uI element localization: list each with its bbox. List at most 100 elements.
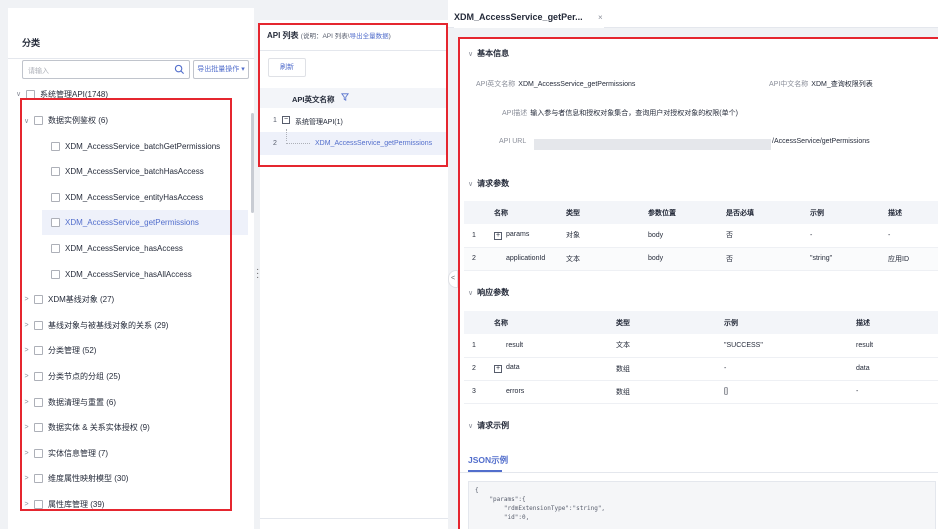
api-list-panel: API 列表 (说明：API 列表\导出全量数据) 刷新 API英文名称 1 −… — [260, 20, 448, 529]
cell: 对象 — [566, 224, 648, 248]
column-api-name: API英文名称 — [292, 95, 335, 104]
tree-group-item[interactable]: > 分类管理 (52) — [22, 338, 248, 363]
category-panel: 分类 请输入 导出批量操作 ▾ ∨ 系统管理API(1748) ∨ 数据实例鉴权 … — [8, 8, 254, 529]
tab-bar: XDM_AccessService_getPer... × — [448, 0, 938, 28]
scrollbar[interactable] — [251, 113, 254, 213]
checkbox[interactable] — [51, 192, 60, 202]
tree-leaf-item[interactable]: XDM_AccessService_batchHasAccess — [42, 159, 248, 184]
cell: 否 — [726, 247, 810, 271]
tree-group-item[interactable]: > 分类节点的分组 (25) — [22, 364, 248, 389]
divider — [8, 58, 254, 59]
collapse-icon[interactable]: − — [282, 116, 290, 124]
chevron-down-icon[interactable]: ∨ — [22, 117, 31, 125]
tree-group-item[interactable]: > 维度属性映射模型 (30) — [22, 466, 248, 491]
section-title: 请求示例 — [477, 421, 510, 430]
filter-icon[interactable] — [341, 93, 349, 101]
tree-leaf-item[interactable]: XDM_AccessService_batchGetPermissions — [42, 134, 248, 159]
cell: 否 — [726, 224, 810, 248]
section-basic-info[interactable]: ∨ 基本信息 — [468, 48, 509, 59]
tree-root[interactable]: ∨ 系统管理API(1748) — [14, 86, 108, 102]
tree-root-label: 系统管理API(1748) — [40, 89, 109, 99]
tree-item-label: XDM基线对象 (27) — [48, 295, 115, 305]
table-row[interactable]: 1 − 系统管理API(1) — [260, 109, 448, 132]
table-row[interactable]: 2 XDM_AccessService_getPermissions — [260, 129, 448, 155]
chevron-right-icon[interactable]: > — [22, 450, 31, 457]
section-request-example[interactable]: ∨ 请求示例 — [468, 420, 509, 431]
checkbox[interactable] — [51, 141, 60, 151]
row-number: 1 — [273, 117, 277, 124]
checkbox[interactable] — [34, 116, 43, 125]
param-name: + params — [494, 224, 566, 248]
checkbox[interactable] — [34, 448, 43, 458]
checkbox[interactable] — [51, 167, 60, 177]
section-response-params[interactable]: ∨ 响应参数 — [468, 287, 509, 298]
checkbox[interactable] — [34, 320, 43, 330]
section-request-params[interactable]: ∨ 请求参数 — [468, 178, 509, 189]
field-label: API中文名称 — [769, 81, 809, 88]
checkbox[interactable] — [34, 423, 43, 433]
active-tab-indicator — [468, 470, 502, 472]
refresh-button[interactable]: 刷新 — [268, 58, 306, 77]
cell: 文本 — [566, 247, 648, 271]
checkbox[interactable] — [34, 500, 43, 509]
tab-api-detail[interactable]: XDM_AccessService_getPer... × — [454, 0, 604, 28]
checkbox[interactable] — [34, 397, 43, 407]
param-name: errors — [494, 380, 616, 404]
api-list-title-text: API 列表 — [267, 31, 299, 40]
chevron-right-icon[interactable]: > — [22, 322, 31, 329]
tree-leaf-item[interactable]: XDM_AccessService_hasAccess — [42, 236, 248, 261]
search-input[interactable]: 请输入 — [22, 60, 190, 79]
expand-icon[interactable]: + — [494, 231, 502, 240]
tree-group-item[interactable]: > 数据清理与重置 (6) — [22, 390, 248, 415]
tab-json-example[interactable]: JSON示例 — [468, 454, 508, 466]
category-title: 分类 — [22, 38, 41, 48]
field-value: XDM_AccessService_getPermissions — [518, 81, 636, 88]
chevron-right-icon[interactable]: > — [22, 475, 31, 482]
chevron-right-icon[interactable]: > — [22, 296, 31, 303]
checkbox[interactable] — [51, 244, 60, 253]
chevron-right-icon[interactable]: > — [22, 501, 31, 508]
collapse-panel-button[interactable]: < — [448, 270, 458, 288]
cell: - — [724, 357, 856, 381]
checkbox[interactable] — [51, 269, 60, 279]
param-name-text: data — [506, 364, 520, 371]
close-icon[interactable]: × — [598, 13, 603, 22]
batch-operation-button[interactable]: 导出批量操作 ▾ — [193, 60, 249, 79]
expand-icon[interactable]: + — [494, 365, 502, 373]
checkbox[interactable] — [26, 89, 35, 99]
chevron-right-icon[interactable]: > — [22, 347, 31, 354]
tree-item-label: 分类管理 (52) — [48, 346, 97, 356]
table-header: API英文名称 — [260, 88, 448, 108]
tree-group-item[interactable]: > 属性库管理 (39) — [22, 492, 248, 517]
tree-group-item[interactable]: > 实体信息管理 (7) — [22, 441, 248, 466]
section-title: 响应参数 — [477, 288, 510, 297]
chevron-right-icon[interactable]: > — [22, 424, 31, 431]
checkbox[interactable] — [34, 474, 43, 484]
tree-leaf-item[interactable]: XDM_AccessService_getPermissions — [42, 210, 248, 236]
tree-item-label: 数据实例鉴权 (6) — [48, 116, 108, 125]
checkbox[interactable] — [34, 372, 43, 381]
export-all-link[interactable]: 导出全量数据 — [350, 33, 389, 40]
tree-group-item[interactable]: ∨ 数据实例鉴权 (6) — [22, 108, 248, 133]
request-params-table: 名称 类型 参数位置 是否必填 示例 描述 1 + params 对象 body … — [464, 201, 938, 271]
api-en-name: API英文名称 XDM_AccessService_getPermissions — [476, 79, 635, 89]
divider — [260, 518, 448, 519]
chevron-right-icon[interactable]: > — [22, 373, 31, 380]
chevron-right-icon[interactable]: > — [22, 399, 31, 406]
tree-leaf-item[interactable]: XDM_AccessService_entityHasAccess — [42, 185, 248, 210]
tree-group-item[interactable]: > 基线对象与被基线对象的关系 (29) — [22, 313, 248, 338]
row-label: XDM_AccessService_getPermissions — [315, 140, 433, 147]
chevron-down-icon[interactable]: ∨ — [14, 90, 23, 98]
tree-group-item[interactable]: > 数据实体 & 关系实体授权 (9) — [22, 415, 248, 440]
chevron-down-icon: ∨ — [468, 51, 474, 58]
column-header: 示例 — [810, 201, 888, 224]
checkbox[interactable] — [51, 218, 60, 228]
row-number: 2 — [273, 140, 277, 147]
tree-group-item[interactable]: > XDM基线对象 (27) — [22, 287, 248, 312]
search-icon[interactable] — [174, 64, 185, 75]
api-list-note: (说明：API 列表\ — [300, 33, 350, 40]
tree-line — [286, 129, 287, 141]
checkbox[interactable] — [34, 295, 43, 305]
tree-leaf-item[interactable]: XDM_AccessService_hasAllAccess — [42, 262, 248, 287]
checkbox[interactable] — [34, 346, 43, 356]
